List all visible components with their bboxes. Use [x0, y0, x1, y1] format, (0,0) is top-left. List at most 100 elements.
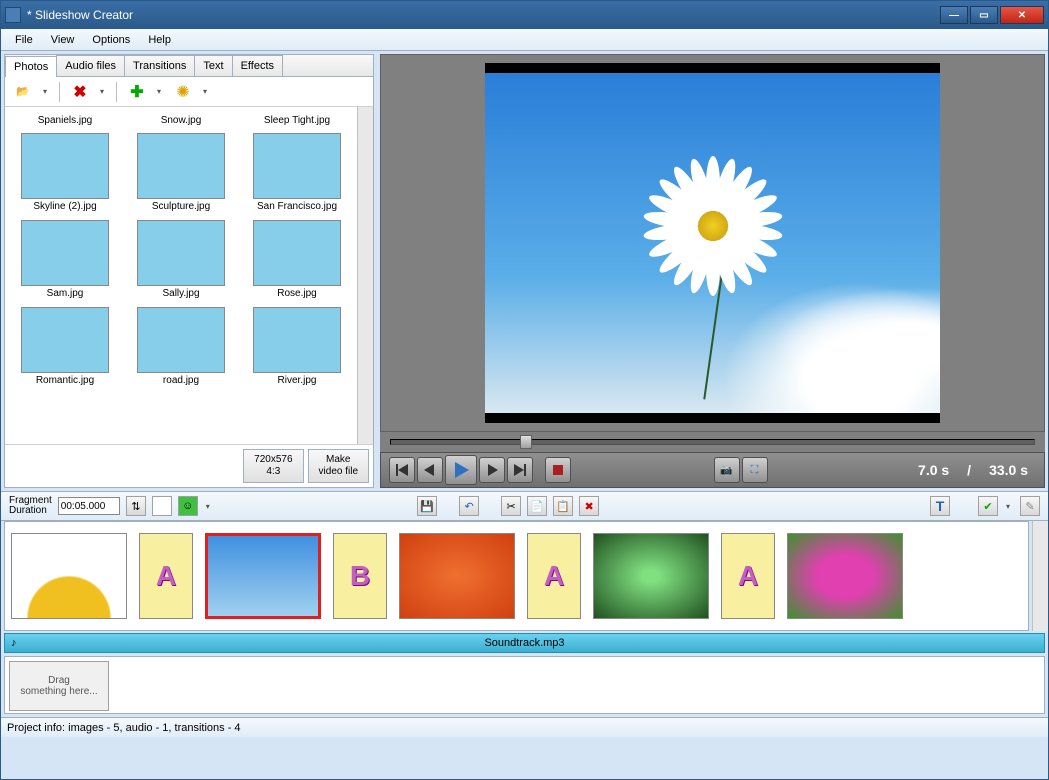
thumbnail-item[interactable]: Romantic.jpg [9, 305, 121, 388]
open-folder-button[interactable]: 📂 [11, 80, 35, 104]
thumbnail-item[interactable]: road.jpg [125, 305, 237, 388]
menu-options[interactable]: Options [84, 31, 138, 49]
timeline-photo[interactable] [11, 533, 127, 619]
timeline-photo[interactable] [593, 533, 709, 619]
timeline-transition[interactable]: A [721, 533, 775, 619]
blank-slide-button[interactable] [152, 496, 172, 516]
delete-button[interactable]: ✖ [68, 80, 92, 104]
time-sep: / [967, 462, 971, 478]
timeline-photo[interactable] [205, 533, 321, 619]
scrub-thumb[interactable] [520, 435, 532, 449]
timeline-photo[interactable] [787, 533, 903, 619]
menu-bar: File View Options Help [1, 29, 1048, 51]
fragment-duration-input[interactable] [58, 497, 120, 515]
play-button[interactable] [445, 455, 477, 485]
thumbnail-image [253, 307, 341, 373]
text-tool-button[interactable]: T [930, 496, 950, 516]
open-folder-dropdown[interactable]: ▾ [43, 87, 51, 96]
menu-view[interactable]: View [43, 31, 83, 49]
duration-spinner[interactable]: ⇅ [126, 496, 146, 516]
thumbnail-image [137, 307, 225, 373]
thumbnail-label: Sleep Tight.jpg [264, 115, 330, 125]
last-button[interactable] [507, 457, 533, 483]
media-tabs: Photos Audio files Transitions Text Effe… [5, 55, 373, 77]
face-detect-dropdown[interactable]: ▾ [206, 502, 214, 511]
snapshot-button[interactable]: 📷 [714, 457, 740, 483]
audio-track[interactable]: ♪ Soundtrack.mp3 [4, 633, 1045, 653]
maximize-button[interactable]: ▭ [970, 6, 998, 24]
playback-controls: 📷 ⛶ 7.0 s / 33.0 s [380, 452, 1045, 488]
thumbnail-item[interactable]: Sleep Tight.jpg [241, 111, 353, 127]
thumbnail-label: Snow.jpg [161, 115, 202, 125]
media-footer: 720x576 4:3 Make video file [5, 444, 373, 487]
add-button[interactable]: ✚ [125, 80, 149, 104]
thumbnail-item[interactable]: Skyline (2).jpg [9, 131, 121, 214]
menu-file[interactable]: File [7, 31, 41, 49]
paste-button[interactable]: 📋 [553, 496, 573, 516]
preview-image [485, 63, 940, 423]
menu-help[interactable]: Help [140, 31, 179, 49]
resolution-button[interactable]: 720x576 4:3 [243, 449, 303, 483]
thumbnail-item[interactable]: Sally.jpg [125, 218, 237, 301]
prev-button[interactable] [417, 457, 443, 483]
apply-button[interactable]: ✔ [978, 496, 998, 516]
preview-panel: 📷 ⛶ 7.0 s / 33.0 s [380, 54, 1045, 488]
first-button[interactable] [389, 457, 415, 483]
thumbnail-item[interactable]: Spaniels.jpg [9, 111, 121, 127]
apply-dropdown[interactable]: ▾ [1006, 502, 1014, 511]
thumbnail-item[interactable]: Snow.jpg [125, 111, 237, 127]
thumbnail-label: Sally.jpg [162, 288, 199, 299]
remove-button[interactable]: ✖ [579, 496, 599, 516]
title-bar: * Slideshow Creator — ▭ ✕ [1, 1, 1048, 29]
thumbnail-image [137, 133, 225, 199]
minimize-button[interactable]: — [940, 6, 968, 24]
thumbnail-item[interactable]: Sculpture.jpg [125, 131, 237, 214]
thumbnail-image [253, 220, 341, 286]
tab-text[interactable]: Text [194, 55, 232, 76]
tab-effects[interactable]: Effects [232, 55, 283, 76]
timeline[interactable]: ABAA [4, 521, 1029, 631]
tab-photos[interactable]: Photos [5, 56, 57, 77]
thumbnail-item[interactable]: River.jpg [241, 305, 353, 388]
scrub-track[interactable] [390, 439, 1035, 445]
separator [116, 82, 117, 102]
timeline-transition[interactable]: A [527, 533, 581, 619]
drop-target[interactable]: Drag something here... [9, 661, 109, 711]
effects-button[interactable]: ✺ [171, 80, 195, 104]
tool-button[interactable]: ✎ [1020, 496, 1040, 516]
scrollbar[interactable] [357, 107, 373, 444]
thumbnail-image [253, 133, 341, 199]
music-note-icon: ♪ [11, 637, 17, 649]
thumbnail-grid[interactable]: Spaniels.jpg Snow.jpg Sleep Tight.jpg Skyli… [5, 107, 357, 444]
thumbnail-item[interactable]: San Francisco.jpg [241, 131, 353, 214]
thumbnail-label: Sculpture.jpg [152, 201, 210, 212]
effects-dropdown[interactable]: ▾ [203, 87, 211, 96]
face-detect-button[interactable]: ☺ [178, 496, 198, 516]
copy-button[interactable]: 📄 [527, 496, 547, 516]
stop-button[interactable] [545, 457, 571, 483]
thumbnail-label: Romantic.jpg [36, 375, 94, 386]
tab-audio-files[interactable]: Audio files [56, 55, 125, 76]
time-current: 7.0 s [918, 462, 949, 478]
fullscreen-button[interactable]: ⛶ [742, 457, 768, 483]
drop-zone-area: Drag something here... [4, 656, 1045, 714]
close-button[interactable]: ✕ [1000, 6, 1044, 24]
make-video-button[interactable]: Make video file [308, 449, 369, 483]
cut-button[interactable]: ✂ [501, 496, 521, 516]
next-button[interactable] [479, 457, 505, 483]
add-dropdown[interactable]: ▾ [157, 87, 165, 96]
tab-transitions[interactable]: Transitions [124, 55, 195, 76]
undo-button[interactable]: ↶ [459, 496, 479, 516]
thumbnail-label: San Francisco.jpg [257, 201, 337, 212]
thumbnail-item[interactable]: Sam.jpg [9, 218, 121, 301]
thumbnail-item[interactable]: Rose.jpg [241, 218, 353, 301]
save-button[interactable]: 💾 [417, 496, 437, 516]
timeline-transition[interactable]: B [333, 533, 387, 619]
scrubber[interactable] [380, 432, 1045, 452]
timeline-transition[interactable]: A [139, 533, 193, 619]
thumbnail-label: Spaniels.jpg [38, 115, 92, 125]
delete-dropdown[interactable]: ▾ [100, 87, 108, 96]
timeline-photo[interactable] [399, 533, 515, 619]
timeline-scrollbar[interactable] [1032, 521, 1048, 631]
separator [59, 82, 60, 102]
